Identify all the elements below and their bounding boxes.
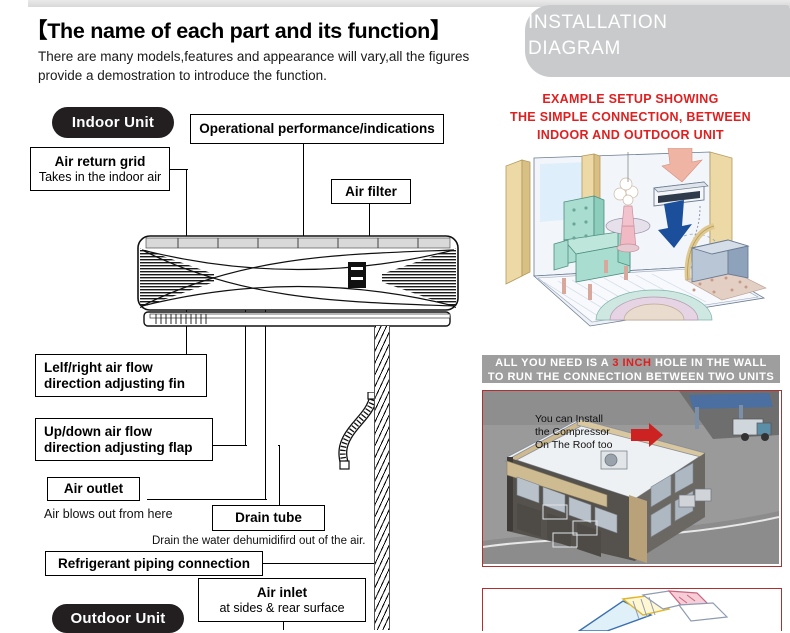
room-scene-svg [505,147,767,327]
rooftop-note-line-3: On The Roof too [535,439,613,451]
leader-line-air-return-vert [186,170,188,240]
label-up-down-air-flow-title: Up/down air flow [44,423,152,439]
leader-line-updown-horz [213,445,247,447]
label-air-inlet-sub: at sides & rear surface [219,600,345,615]
indoor-unit-illustration [136,232,460,328]
leader-line-refrigerant [262,563,386,565]
rooftop-building-photo: You can Install the Compressor On The Ro… [482,390,782,567]
banner-line-2: DIAGRAM [528,38,621,59]
leader-line-air-outlet-vert [265,300,267,500]
installation-banner-text: INSTALLATION DIAGRAM [528,10,758,62]
leader-line-drain-vert [279,446,281,506]
label-left-right-air-flow-sub: direction adjusting fin [44,375,185,391]
indoor-unit-pill: Indoor Unit [52,107,174,138]
label-drain-tube: Drain tube [212,505,325,531]
label-air-filter: Air filter [331,179,411,204]
outdoor-unit-pill: Outdoor Unit [52,604,184,633]
indoor-unit-svg [137,235,459,327]
band-text-red: 3 INCH [612,357,652,369]
label-up-down-air-flow: Up/down air flow direction adjusting fla… [35,418,213,461]
label-air-inlet: Air inlet at sides & rear surface [198,578,366,622]
page-title: 【The name of each part and its function】 [26,19,452,43]
label-air-outlet: Air outlet [47,477,140,501]
label-air-outlet-title: Air outlet [63,481,124,496]
rooftop-note: You can Install the Compressor On The Ro… [535,413,612,452]
rooftop-note-line-1: You can Install [535,413,603,425]
parts-diagram-panel: 【The name of each part and its function】… [0,0,470,633]
wall-pipe-illustration [374,326,390,630]
label-air-return-grid: Air return grid Takes in the indoor air [30,147,170,191]
rooftop-note-line-2: the Compressor [535,426,610,438]
room-scene-illustration [478,147,784,343]
label-refrigerant-piping-title: Refrigerant piping connection [57,555,250,571]
leader-line-air-outlet-horz [147,499,267,501]
floorplan-svg [483,589,779,631]
label-refrigerant-piping: Refrigerant piping connection [45,551,263,576]
label-air-inlet-title: Air inlet [256,584,308,600]
label-left-right-air-flow: Lelf/right air flow direction adjusting … [35,354,207,397]
floorplan-photo [482,588,782,631]
leader-line-air-return-horz [170,169,188,171]
caption-air-outlet: Air blows out from here [44,507,173,521]
label-air-return-grid-title: Air return grid [54,153,146,169]
example-setup-heading: EXAMPLE SETUP SHOWING THE SIMPLE CONNECT… [478,90,783,144]
three-inch-hole-band: ALL YOU NEED IS A 3 INCH HOLE IN THE WAL… [482,355,780,383]
label-up-down-air-flow-sub: direction adjusting flap [44,439,193,455]
label-air-filter-title: Air filter [345,183,397,199]
band-text-pre: ALL YOU NEED IS A [495,357,613,369]
installation-diagram-panel: INSTALLATION DIAGRAM EXAMPLE SETUP SHOWI… [470,0,790,631]
label-air-return-grid-sub: Takes in the indoor air [38,169,162,184]
label-left-right-air-flow-title: Lelf/right air flow [44,359,153,375]
rooftop-building-svg [483,391,780,564]
example-setup-line-1: EXAMPLE SETUP SHOWING [542,92,719,106]
banner-line-1: INSTALLATION [528,12,668,33]
example-setup-line-2: THE SIMPLE CONNECTION, BETWEEN [510,110,751,124]
leader-line-drain-stub [278,445,280,447]
label-operational-performance: Operational performance/indications [190,114,444,144]
intro-paragraph: There are many models,features and appea… [38,49,470,83]
label-drain-tube-title: Drain tube [235,510,302,525]
caption-drain-tube: Drain the water dehumidifird out of the … [152,535,366,547]
band-text-post: HOLE IN THE WALL [651,357,767,369]
band-text-line-2: TO RUN THE CONNECTION BETWEEN TWO UNITS [487,371,775,383]
label-operational-performance-title: Operational performance/indications [199,121,435,136]
example-setup-line-3: INDOOR AND OUTDOOR UNIT [537,128,724,142]
